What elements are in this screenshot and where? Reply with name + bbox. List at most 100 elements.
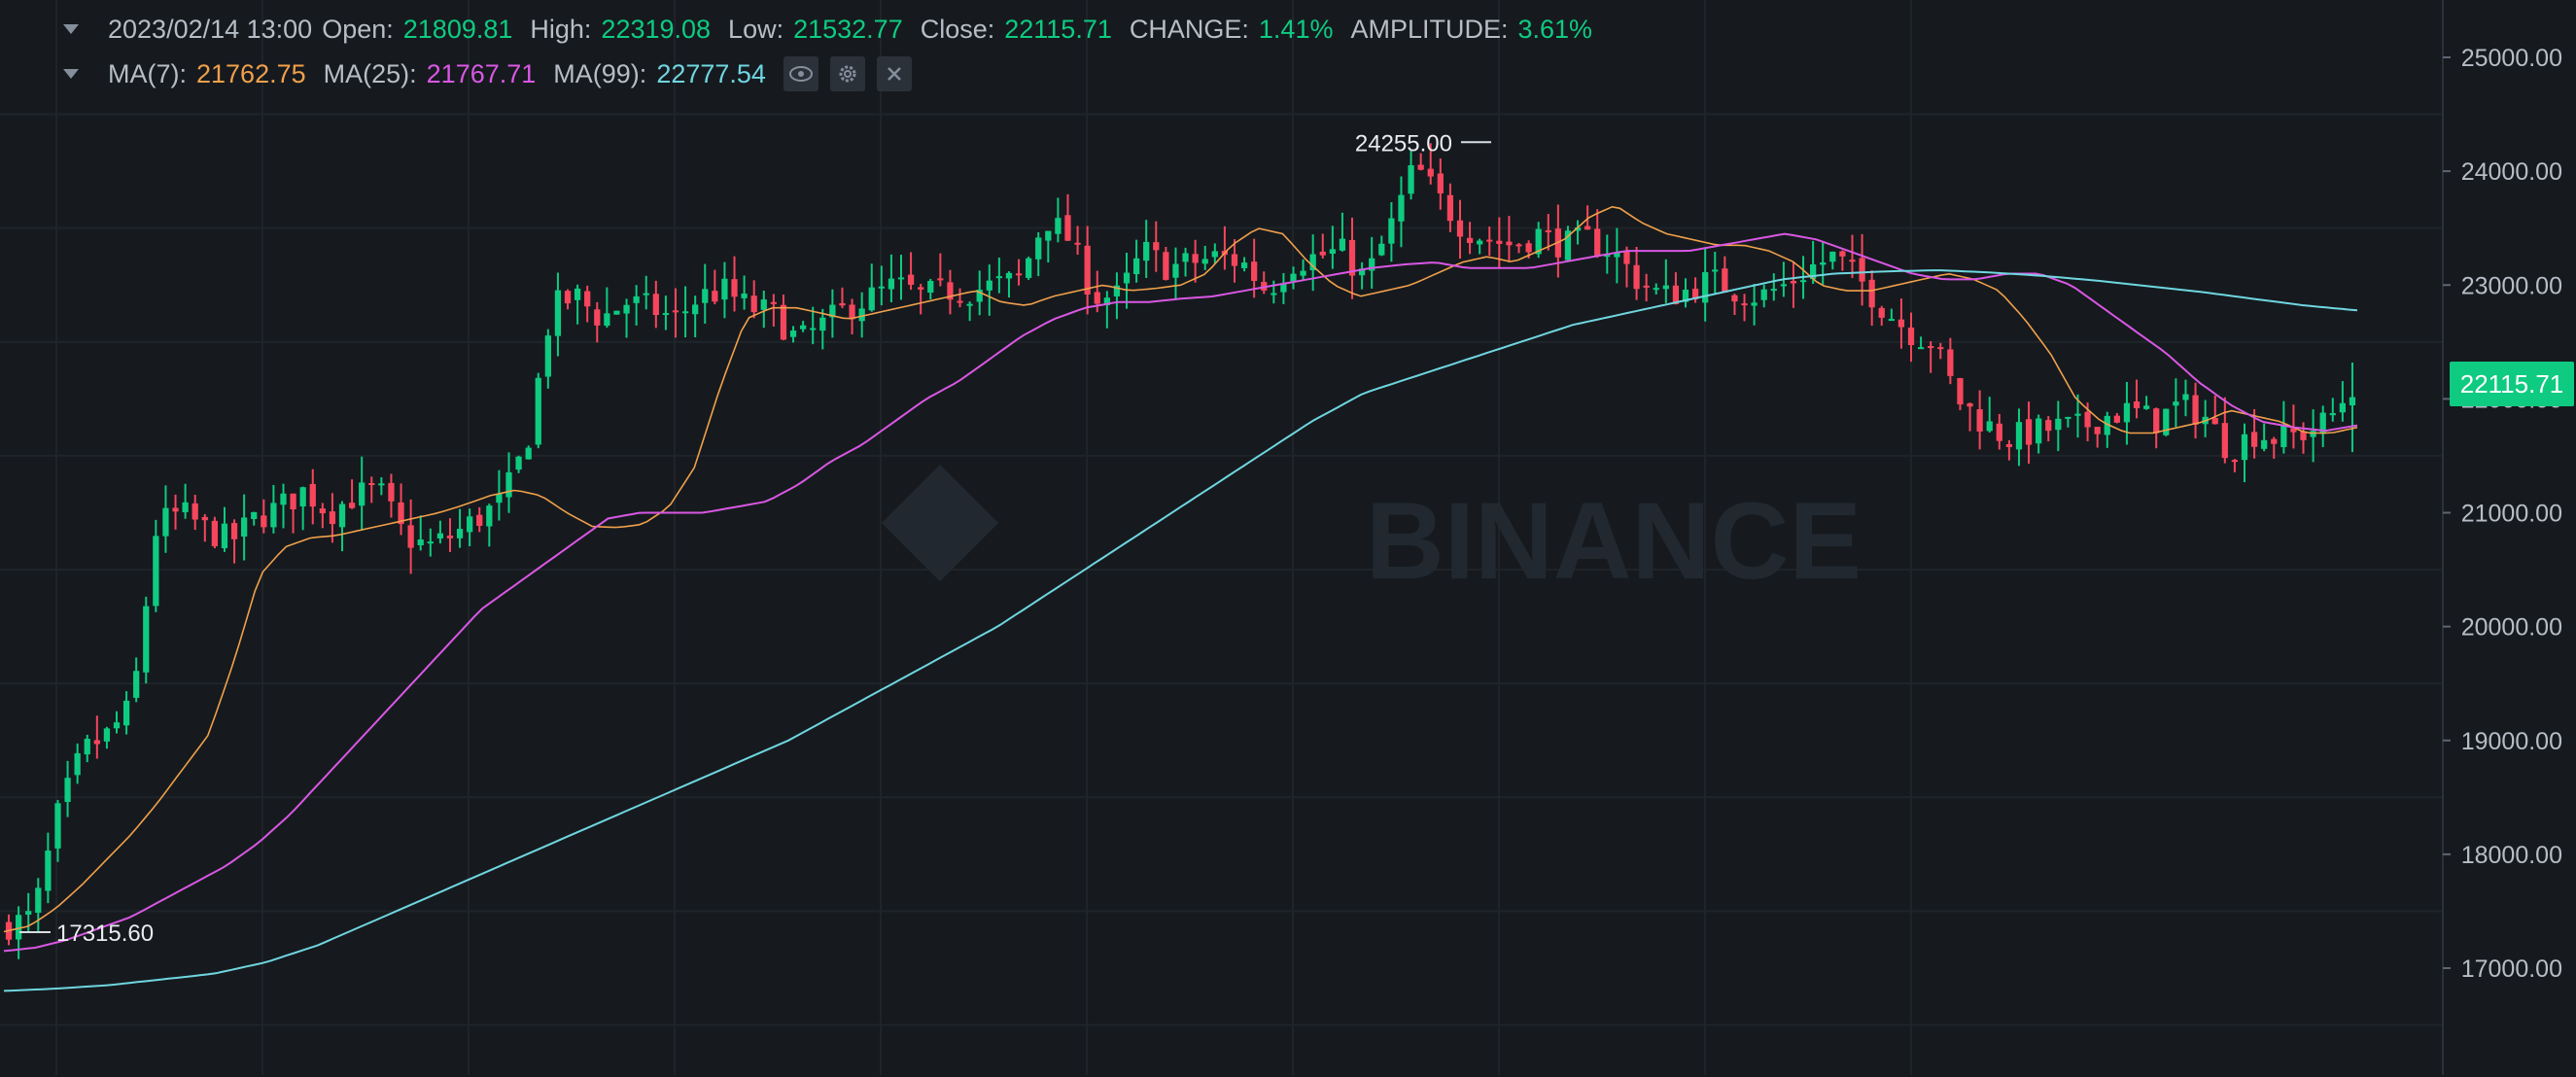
gear-icon[interactable] xyxy=(829,56,865,91)
candle-up xyxy=(122,700,130,726)
ma-info-row: MA(7): 21762.75 MA(25): 21767.71 MA(99):… xyxy=(63,54,923,93)
candle-down xyxy=(1790,281,1797,284)
eye-icon[interactable] xyxy=(783,56,818,91)
grid-lines xyxy=(0,0,2443,1075)
candle-down xyxy=(446,535,454,538)
candle-down xyxy=(407,525,414,548)
candle-up xyxy=(1045,230,1052,241)
candle-up xyxy=(1398,194,1405,222)
candle-down xyxy=(191,503,198,520)
candle-up xyxy=(64,778,71,803)
candle-up xyxy=(1172,263,1179,278)
candle-down xyxy=(1074,242,1081,245)
candle-up xyxy=(1408,164,1414,194)
high-label: High: xyxy=(530,14,592,44)
candle-down xyxy=(1084,245,1091,295)
candle-up xyxy=(359,482,366,506)
candle-up xyxy=(2074,413,2081,416)
candle-down xyxy=(201,516,208,521)
candle-down xyxy=(1456,220,1464,237)
close-label: Close: xyxy=(920,14,995,44)
candle-up xyxy=(1123,272,1131,284)
candle-up xyxy=(270,503,277,528)
candle-down xyxy=(2113,415,2120,423)
y-tick-label: 23000.00 xyxy=(2461,272,2562,299)
candle-up xyxy=(868,287,875,311)
candle-up xyxy=(897,277,905,280)
candle-up xyxy=(1751,302,1758,306)
candle-down xyxy=(1319,251,1326,256)
candle-up xyxy=(1290,273,1297,282)
candle-down xyxy=(1643,285,1650,288)
candle-down xyxy=(2221,423,2228,459)
candle-down xyxy=(1868,279,1875,308)
candle-up xyxy=(702,289,709,303)
candle-down xyxy=(957,300,963,303)
candle-up xyxy=(1888,319,1895,322)
low-label: Low: xyxy=(728,14,784,44)
candle-down xyxy=(1741,303,1748,306)
candle-up xyxy=(241,517,248,538)
candle-down xyxy=(1957,377,1964,405)
y-tick-label: 20000.00 xyxy=(2461,614,2562,642)
binance-watermark: BINANCE xyxy=(1366,480,1862,602)
candle-down xyxy=(1466,237,1474,243)
candle-up xyxy=(789,330,797,337)
candle-down xyxy=(594,309,601,326)
candle-down xyxy=(1163,252,1169,280)
candle-down xyxy=(1496,240,1503,244)
candle-up xyxy=(760,299,767,310)
open-value: 21809.81 xyxy=(402,14,513,44)
candle-up xyxy=(1201,259,1208,264)
ma7-label: MA(7): xyxy=(108,58,187,88)
candle-up xyxy=(721,278,728,300)
candle-down xyxy=(1251,261,1258,281)
candlestick-chart[interactable]: BINANCE 25000.0024000.0023000.0022000.00… xyxy=(0,0,2576,1077)
ohlc-info-row: 2023/02/14 13:00 Open: 21809.81 High: 22… xyxy=(63,10,1610,49)
candle-up xyxy=(25,911,32,915)
ma7-value: 21762.75 xyxy=(196,58,306,88)
candle-up xyxy=(74,752,81,776)
candle-up xyxy=(280,493,287,505)
candle-up xyxy=(1182,253,1189,262)
caret-down-icon[interactable] xyxy=(63,24,79,34)
candle-down xyxy=(1545,229,1551,232)
candle-down xyxy=(1722,268,1728,293)
close-value: 22115.71 xyxy=(1004,14,1112,44)
candle-up xyxy=(1702,272,1709,303)
candle-down xyxy=(388,482,395,502)
candle-up xyxy=(1055,218,1062,234)
candle-up xyxy=(486,505,493,527)
change-value: 1.41% xyxy=(1258,14,1334,44)
candle-down xyxy=(937,278,944,281)
candle-up xyxy=(525,447,532,460)
candle-down xyxy=(1525,243,1532,253)
amplitude-value: 3.61% xyxy=(1517,14,1593,44)
candle-down xyxy=(172,507,179,512)
candle-down xyxy=(1937,347,1944,350)
candle-down xyxy=(2084,411,2091,428)
candle-up xyxy=(1662,285,1669,290)
candle-up xyxy=(221,523,228,548)
candle-up xyxy=(378,483,385,486)
candle-up xyxy=(1329,249,1336,254)
close-icon[interactable] xyxy=(876,56,912,91)
candle-up xyxy=(143,606,150,673)
candle-up xyxy=(633,295,640,303)
candle-up xyxy=(456,529,464,538)
candle-up xyxy=(1986,421,1993,432)
candle-down xyxy=(1897,319,1905,328)
candle-down xyxy=(907,274,915,285)
candle-down xyxy=(1849,260,1856,262)
ma25-label: MA(25): xyxy=(323,58,417,88)
caret-down-icon[interactable] xyxy=(63,69,79,79)
moving-averages xyxy=(3,205,2358,992)
candle-up xyxy=(2142,405,2150,409)
candle-down xyxy=(2211,417,2218,425)
candle-down xyxy=(1192,254,1199,263)
candle-down xyxy=(712,291,718,302)
candle-up xyxy=(1035,237,1042,260)
high-annotation: 24255.00 xyxy=(1355,130,1452,156)
open-label: Open: xyxy=(322,14,394,44)
high-value: 22319.08 xyxy=(601,14,712,44)
